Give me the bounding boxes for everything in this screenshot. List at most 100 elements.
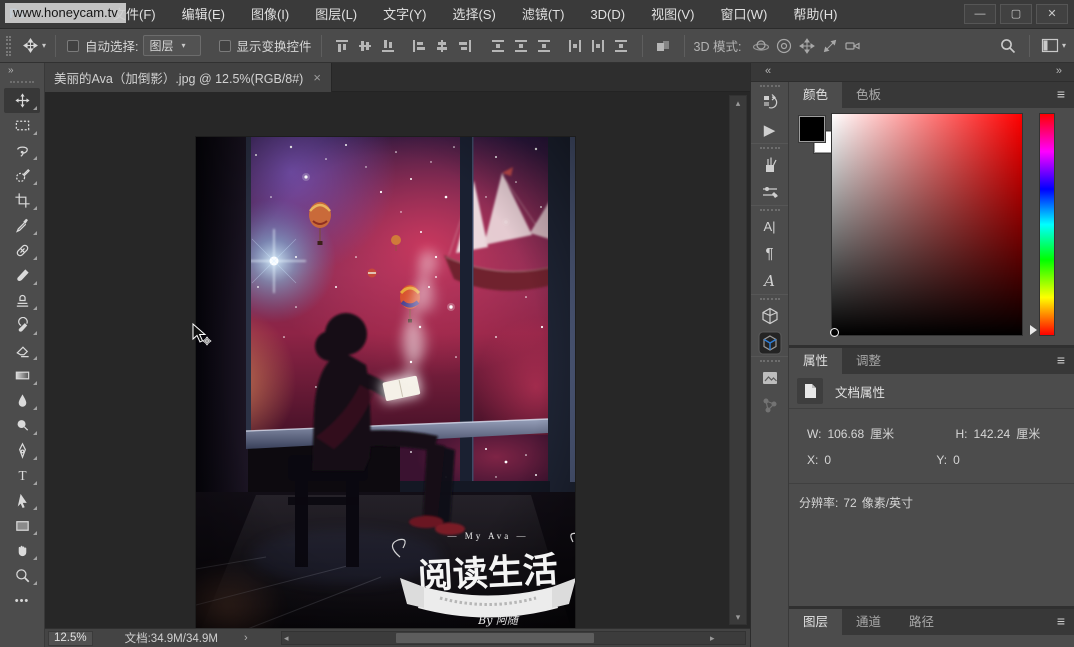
strip-drag-handle[interactable] xyxy=(760,85,780,87)
canvas-pasteboard[interactable]: — My Ava — 阅读生活 By 阿随 xyxy=(45,92,750,628)
foreground-color-swatch[interactable] xyxy=(799,116,825,142)
status-chevron-icon[interactable]: › xyxy=(244,632,248,644)
eyedropper-tool[interactable] xyxy=(4,213,40,238)
strip-drag-handle[interactable] xyxy=(760,147,780,149)
quick-selection-tool[interactable] xyxy=(4,163,40,188)
tool-preset-chevron-icon[interactable]: ▾ xyxy=(42,42,46,50)
path-selection-tool[interactable] xyxy=(4,488,40,513)
gradient-tool[interactable] xyxy=(4,363,40,388)
panel-menu-icon[interactable]: ≡ xyxy=(1057,82,1065,108)
move-tool[interactable] xyxy=(4,88,40,113)
resolution-unit[interactable]: 像素/英寸 xyxy=(862,496,913,510)
close-button[interactable]: ✕ xyxy=(1036,4,1068,24)
vertical-scrollbar[interactable]: ▴ ▾ xyxy=(729,95,747,625)
3d-slide-icon[interactable] xyxy=(818,34,841,57)
height-value[interactable]: 142.24 xyxy=(974,427,1011,441)
hue-slider-arrow[interactable] xyxy=(1030,325,1037,335)
workspace-chevron-icon[interactable]: ▾ xyxy=(1062,42,1066,50)
search-icon[interactable] xyxy=(997,34,1020,57)
resolution-value[interactable]: 72 xyxy=(843,496,856,510)
align-left-icon[interactable] xyxy=(408,34,431,57)
document-tab[interactable]: 美丽的Ava（加倒影）.jpg @ 12.5%(RGB/8#) × xyxy=(45,63,332,92)
maximize-button[interactable]: ▢ xyxy=(1000,4,1032,24)
distribute-horizontal-center-icon[interactable] xyxy=(587,34,610,57)
menu-image[interactable]: 图像(I) xyxy=(238,0,302,29)
brush-settings-panel-icon[interactable] xyxy=(753,178,787,205)
3d-drag-icon[interactable] xyxy=(795,34,818,57)
3d-camera-icon[interactable] xyxy=(841,34,864,57)
show-transform-checkbox[interactable] xyxy=(219,40,231,52)
distribute-left-icon[interactable] xyxy=(564,34,587,57)
distribute-bottom-icon[interactable] xyxy=(533,34,556,57)
distribute-top-icon[interactable] xyxy=(487,34,510,57)
eraser-tool[interactable] xyxy=(4,338,40,363)
lasso-tool[interactable] xyxy=(4,138,40,163)
3d-roll-icon[interactable] xyxy=(772,34,795,57)
dodge-tool[interactable] xyxy=(4,413,40,438)
tab-channels[interactable]: 通道 xyxy=(842,609,895,635)
width-value[interactable]: 106.68 xyxy=(827,427,864,441)
3d-panel-icon[interactable] xyxy=(753,302,787,329)
hue-ramp[interactable] xyxy=(1039,113,1055,336)
tab-layers[interactable]: 图层 xyxy=(789,609,842,635)
sync-panel-icon[interactable] xyxy=(753,391,787,418)
tab-paths[interactable]: 路径 xyxy=(895,609,948,635)
tab-adjustments[interactable]: 调整 xyxy=(842,348,895,374)
align-vertical-center-icon[interactable] xyxy=(354,34,377,57)
tab-properties[interactable]: 属性 xyxy=(789,348,842,374)
auto-select-checkbox[interactable] xyxy=(67,40,79,52)
paragraph-panel-icon[interactable]: ¶ xyxy=(753,240,787,267)
pen-tool[interactable] xyxy=(4,438,40,463)
menu-filter[interactable]: 滤镜(T) xyxy=(509,0,578,29)
menu-type[interactable]: 文字(Y) xyxy=(370,0,439,29)
align-bottom-icon[interactable] xyxy=(377,34,400,57)
scroll-right-icon[interactable]: ▸ xyxy=(710,632,715,644)
scroll-down-icon[interactable]: ▾ xyxy=(730,611,746,623)
width-unit[interactable]: 厘米 xyxy=(870,427,894,441)
panel-menu-icon[interactable]: ≡ xyxy=(1057,348,1065,374)
strip-drag-handle[interactable] xyxy=(760,298,780,300)
blur-tool[interactable] xyxy=(4,388,40,413)
distribute-vertical-center-icon[interactable] xyxy=(510,34,533,57)
clone-stamp-tool[interactable] xyxy=(4,288,40,313)
horizontal-scrollbar[interactable]: ◂ ▸ xyxy=(281,631,746,645)
3d-scene-panel-icon[interactable] xyxy=(753,329,787,356)
brush-tool[interactable] xyxy=(4,263,40,288)
toolbar-drag-handle[interactable] xyxy=(10,81,34,84)
align-top-icon[interactable] xyxy=(331,34,354,57)
rectangular-marquee-tool[interactable] xyxy=(4,113,40,138)
character-panel-icon[interactable]: A| xyxy=(753,213,787,240)
auto-select-target-dropdown[interactable]: 图层 ▾ xyxy=(143,35,201,56)
hand-tool[interactable] xyxy=(4,538,40,563)
menu-help[interactable]: 帮助(H) xyxy=(780,0,850,29)
tab-swatches[interactable]: 色板 xyxy=(842,82,895,108)
workspace-switcher-icon[interactable] xyxy=(1039,34,1062,57)
tab-close-icon[interactable]: × xyxy=(313,70,321,85)
rectangle-shape-tool[interactable] xyxy=(4,513,40,538)
brushes-panel-icon[interactable] xyxy=(753,151,787,178)
panel-menu-icon[interactable]: ≡ xyxy=(1057,609,1065,635)
strip-drag-handle[interactable] xyxy=(760,209,780,211)
menu-window[interactable]: 窗口(W) xyxy=(707,0,780,29)
libraries-panel-icon[interactable] xyxy=(753,364,787,391)
menu-3d[interactable]: 3D(D) xyxy=(577,0,638,29)
zoom-level-field[interactable]: 12.5% xyxy=(48,631,93,646)
options-drag-handle[interactable] xyxy=(6,36,11,56)
distribute-right-icon[interactable] xyxy=(610,34,633,57)
crop-tool[interactable] xyxy=(4,188,40,213)
height-unit[interactable]: 厘米 xyxy=(1016,427,1040,441)
zoom-tool[interactable] xyxy=(4,563,40,588)
minimize-button[interactable]: — xyxy=(964,4,996,24)
align-right-icon[interactable] xyxy=(454,34,477,57)
tab-color[interactable]: 颜色 xyxy=(789,82,842,108)
actions-panel-icon[interactable]: ▶ xyxy=(753,116,787,143)
spot-healing-brush-tool[interactable] xyxy=(4,238,40,263)
toolbar-expand-icon[interactable]: » xyxy=(0,63,44,79)
menu-select[interactable]: 选择(S) xyxy=(439,0,508,29)
collapse-panels-icon[interactable]: » xyxy=(1056,65,1062,77)
horizontal-scrollbar-thumb[interactable] xyxy=(396,633,594,643)
align-horizontal-center-icon[interactable] xyxy=(431,34,454,57)
y-value[interactable]: 0 xyxy=(953,453,960,467)
color-field-cursor[interactable] xyxy=(830,328,839,337)
menu-view[interactable]: 视图(V) xyxy=(638,0,707,29)
